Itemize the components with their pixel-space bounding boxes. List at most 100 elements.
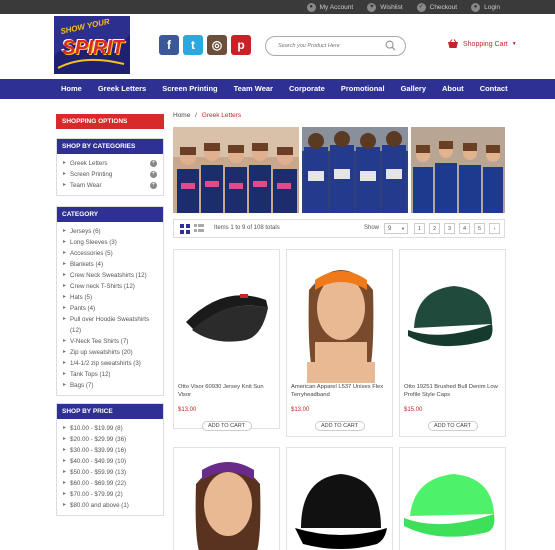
product-name[interactable]: Otto Visor 60930 Jersey Knit Sun Visor [174,383,279,401]
expand-icon[interactable]: + [150,160,157,167]
category-link[interactable]: Team Wear + [63,180,157,191]
page-link[interactable]: 5 [474,223,485,234]
banner-photo-1 [173,127,299,213]
twitter-icon[interactable]: t [183,35,203,55]
price-filter-link[interactable]: $50.00 - $59.99 (13) [63,467,157,478]
headband-image[interactable] [287,250,392,383]
nav-team-wear[interactable]: Team Wear [234,79,273,99]
product-card[interactable] [399,447,506,550]
category-label: Team Wear [70,182,102,189]
page-link[interactable]: 3 [444,223,455,234]
add-to-cart-button[interactable]: ADD TO CART [427,421,478,431]
breadcrumb-home[interactable]: Home [173,112,190,119]
next-page-button[interactable]: › [489,223,500,234]
my-account-label: My Account [319,3,354,11]
category-link[interactable]: Screen Printing + [63,169,157,180]
shopping-options-header: Shopping Options [56,114,164,129]
account-links: ● My Account ♥ Wishlist ✓ Checkout ● Login [306,0,500,14]
category-link[interactable]: Greek Letters + [63,158,157,169]
category-filter-link[interactable]: Pants (4) [63,303,157,314]
price-filter-link[interactable]: $40.00 - $49.99 (10) [63,456,157,467]
cart-label: Shopping Cart [463,40,508,48]
visor-image[interactable] [174,250,279,383]
price-filter-link[interactable]: $60.00 - $69.99 (22) [63,478,157,489]
product-card[interactable] [286,447,393,550]
show-label: Show [364,225,380,231]
product-card[interactable]: Otto 19251 Brushed Bull Denim Low Profil… [399,249,506,437]
category-filter-link[interactable]: Bags (7) [63,380,157,391]
my-account-link[interactable]: ● My Account [306,2,354,12]
pinterest-icon[interactable]: p [231,35,251,55]
add-to-cart-button[interactable]: ADD TO CART [201,421,252,431]
price-filter-link[interactable]: $80.00 and above (1) [63,500,157,511]
shop-by-price-panel: Shop By Price $10.00 - $19.99 (8) $20.00… [56,403,164,516]
items-per-page-select[interactable]: 9 ▼ [384,223,408,234]
lock-icon: ● [471,2,481,12]
product-name[interactable]: Otto 19251 Brushed Bull Denim Low Profil… [400,383,505,401]
page-link[interactable]: 1 [414,223,425,234]
price-filter-link[interactable]: $10.00 - $19.99 (8) [63,423,157,434]
login-label: Login [484,3,500,11]
headband-purple-image[interactable] [174,448,279,550]
category-filter-link[interactable]: V-Neck Tee Shirts (7) [63,336,157,347]
category-filter-link[interactable]: Accessories (5) [63,248,157,259]
product-card[interactable]: Otto Visor 60930 Jersey Knit Sun Visor $… [173,249,280,431]
category-filter-link[interactable]: Jerseys (6) [63,226,157,237]
nav-home[interactable]: Home [61,79,82,99]
grid-view-icon[interactable] [180,224,190,234]
chevron-down-icon: ▼ [401,226,405,231]
category-filter-link[interactable]: 1/4-1/2 zip sweatshirts (3) [63,358,157,369]
price-filter-link[interactable]: $70.00 - $79.99 (2) [63,489,157,500]
heart-icon: ♥ [367,2,377,12]
category-filter-link[interactable]: Crew neck T-Shirts (12) [63,281,157,292]
nav-greek-letters[interactable]: Greek Letters [98,79,146,99]
breadcrumb-current: Greek Letters [201,112,242,119]
expand-icon[interactable]: + [150,171,157,178]
expand-icon[interactable]: + [150,182,157,189]
shopping-cart-button[interactable]: Shopping Cart ▼ [447,39,517,49]
wishlist-link[interactable]: ♥ Wishlist [367,2,403,12]
login-link[interactable]: ● Login [471,2,500,12]
basket-icon [448,39,458,48]
product-card[interactable] [173,447,280,550]
price-filter-link[interactable]: $20.00 - $29.99 (36) [63,434,157,445]
nav-promotional[interactable]: Promotional [341,79,385,99]
items-per-page-value: 9 [388,226,392,232]
product-card[interactable]: American Apparel L537 Unisex Flex Terryh… [286,249,393,437]
breadcrumb: Home / Greek Letters [173,112,241,119]
site-logo[interactable]: SHOW YOUR SPIRIT [54,16,130,74]
nav-contact[interactable]: Contact [480,79,508,99]
nav-screen-printing[interactable]: Screen Printing [162,79,217,99]
neon-cap-image[interactable] [400,448,505,550]
category-filter-link[interactable]: Long Sleeves (3) [63,237,157,248]
category-filter-link[interactable]: Pull over Hoodie Sweatshirts (12) [63,314,157,336]
user-icon: ● [306,2,316,12]
category-filter-link[interactable]: Tank Tops (12) [63,369,157,380]
nav-gallery[interactable]: Gallery [401,79,426,99]
cap-image[interactable] [400,250,505,383]
price-filter-link[interactable]: $30.00 - $39.99 (16) [63,445,157,456]
add-to-cart-button[interactable]: ADD TO CART [314,421,365,431]
page: ● My Account ♥ Wishlist ✓ Checkout ● Login S… [0,0,555,550]
category-filter-link[interactable]: Hats (5) [63,292,157,303]
page-link[interactable]: 4 [459,223,470,234]
checkout-link[interactable]: ✓ Checkout [416,2,458,12]
top-bar: ● My Account ♥ Wishlist ✓ Checkout ● Login [0,0,555,14]
checkout-label: Checkout [429,3,458,11]
search-input[interactable] [278,40,383,52]
category-label: Greek Letters [70,160,108,167]
breadcrumb-separator: / [195,112,197,119]
product-price: $15.00 [404,407,423,413]
nav-about[interactable]: About [442,79,464,99]
category-filter-link[interactable]: Zip up sweatshirts (20) [63,347,157,358]
search-icon[interactable] [385,40,396,51]
category-filter-link[interactable]: Crew Neck Sweatshirts (12) [63,270,157,281]
trucker-cap-image[interactable] [287,448,392,550]
facebook-icon[interactable]: f [159,35,179,55]
product-name[interactable]: American Apparel L537 Unisex Flex Terryh… [287,383,392,401]
category-filter-link[interactable]: Blankets (4) [63,259,157,270]
list-view-icon[interactable] [194,224,204,234]
instagram-icon[interactable]: ◎ [207,35,227,55]
page-link[interactable]: 2 [429,223,440,234]
nav-corporate[interactable]: Corporate [289,79,325,99]
